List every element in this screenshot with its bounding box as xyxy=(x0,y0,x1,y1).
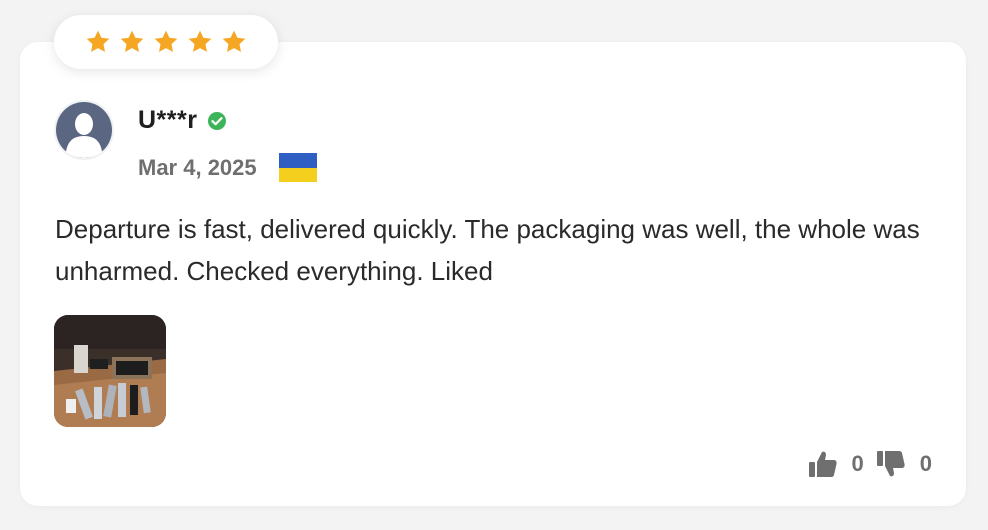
not-helpful-count: 0 xyxy=(919,451,932,476)
helpful-count: 0 xyxy=(851,451,864,476)
reviewer-info: U***r xyxy=(138,106,227,135)
star-icon xyxy=(120,30,144,52)
product-photo-image xyxy=(54,315,166,427)
star-icon xyxy=(154,30,178,52)
review-photo-thumbnail[interactable] xyxy=(54,315,166,427)
ukraine-flag-icon xyxy=(278,153,317,182)
star-icon xyxy=(222,30,246,52)
thumbs-up-icon xyxy=(808,451,837,477)
verified-check-icon xyxy=(208,111,227,130)
review-date: Mar 4, 2025 xyxy=(138,154,257,180)
reviewer-name: U***r xyxy=(138,106,198,134)
review-text: Departure is fast, delivered quickly. Th… xyxy=(55,214,920,286)
user-avatar-icon xyxy=(56,102,112,158)
avatar xyxy=(54,100,114,160)
helpful-button[interactable]: 0 xyxy=(808,450,864,478)
review-votes: 0 0 xyxy=(808,450,932,478)
thumbs-down-icon xyxy=(876,451,905,477)
star-icon xyxy=(188,30,212,52)
star-icon xyxy=(86,30,110,52)
star-rating xyxy=(54,15,278,69)
not-helpful-button[interactable]: 0 xyxy=(876,450,932,478)
review-meta: Mar 4, 2025 xyxy=(138,153,317,182)
review-page: U***r Mar 4, 2025 Departure is fast, del… xyxy=(0,0,988,530)
